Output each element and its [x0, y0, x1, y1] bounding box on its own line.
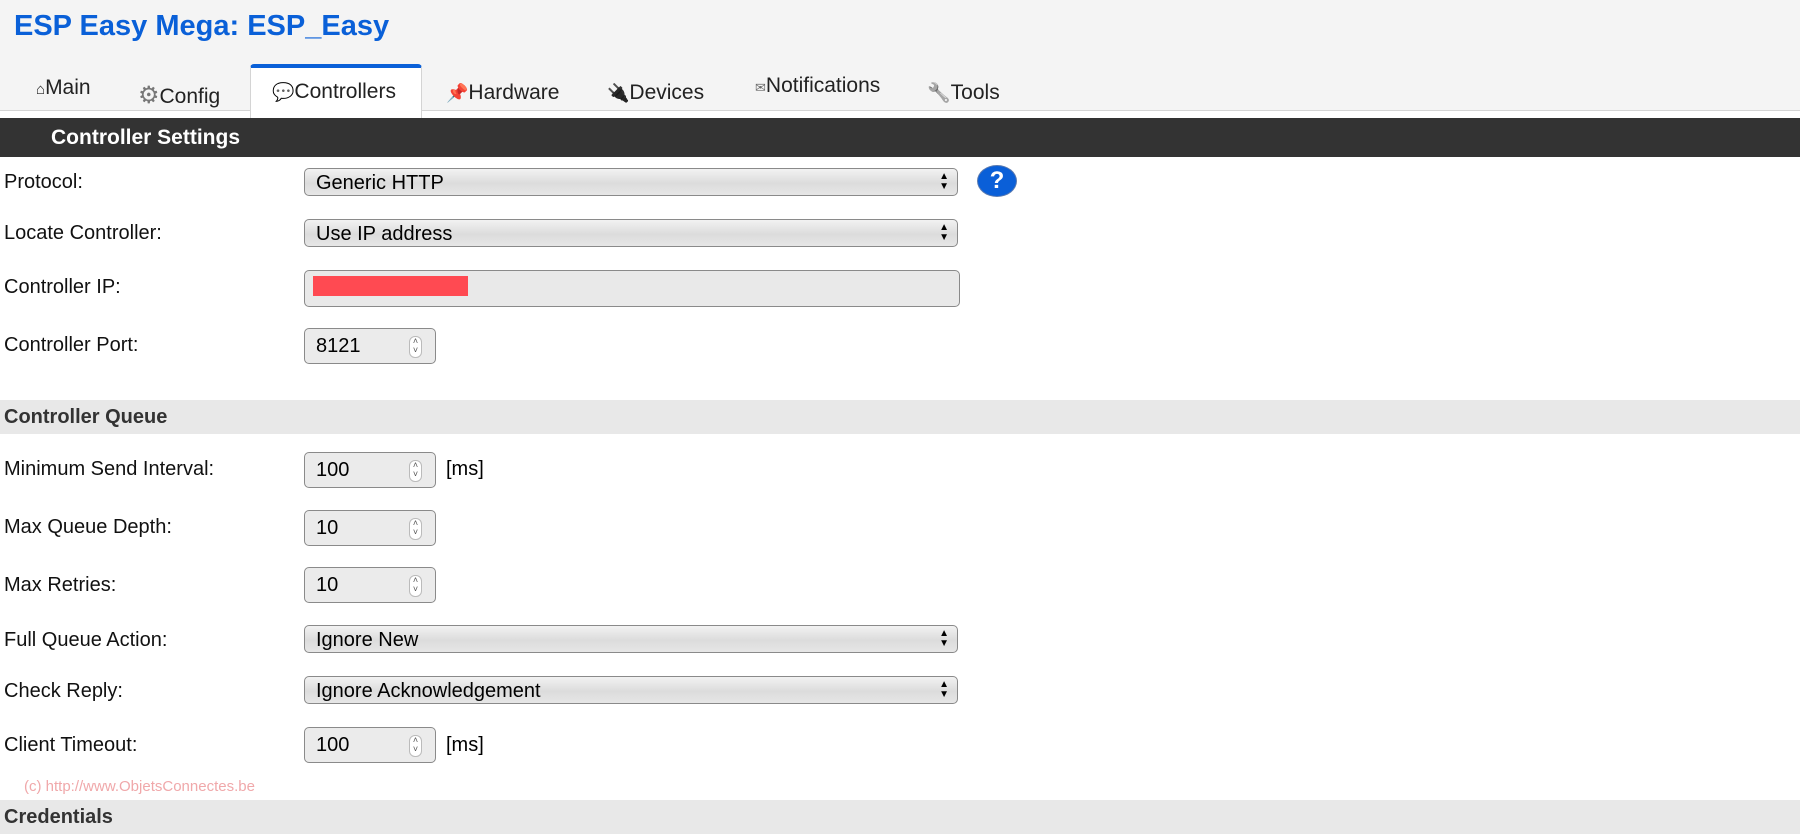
controller-settings-header: Controller Settings [0, 118, 1800, 157]
spinner-icon[interactable]: ˄ ˅ [409, 460, 422, 482]
tab-label: Notifications [765, 74, 881, 97]
select-arrows-icon: ▲ ▼ [939, 628, 949, 649]
tab-label: Main [45, 76, 91, 99]
min-send-interval-unit: [ms] [446, 458, 484, 480]
controller-ip-input[interactable] [304, 270, 960, 307]
question-mark-icon: ? [989, 167, 1005, 194]
max-retries-value: 10 [316, 574, 339, 596]
tab-label: Tools [950, 81, 1000, 104]
spinner-icon[interactable]: ˄ ˅ [409, 575, 422, 597]
full-queue-action-value: Ignore New [316, 629, 419, 651]
gear-icon: ⚙ [138, 82, 160, 109]
controller-queue-header: Controller Queue [0, 400, 1800, 434]
tab-label: Controllers [294, 80, 396, 103]
protocol-label: Protocol: [4, 171, 83, 193]
pushpin-icon: 📌 [446, 83, 469, 103]
check-reply-label: Check Reply: [4, 680, 123, 702]
tab-devices[interactable]: 🔌Devices [607, 81, 704, 105]
min-send-interval-input[interactable]: 100 ˄ ˅ [304, 452, 436, 488]
section-title: Controller Queue [4, 406, 168, 428]
envelope-icon: ✉ [755, 80, 766, 95]
locate-controller-select[interactable]: Use IP address ▲ ▼ [304, 219, 958, 247]
spinner-icon[interactable]: ˄ ˅ [409, 336, 422, 358]
client-timeout-label: Client Timeout: [4, 734, 138, 756]
plug-icon: 🔌 [607, 83, 630, 103]
tab-tools[interactable]: 🔧Tools [927, 81, 1000, 105]
check-reply-value: Ignore Acknowledgement [316, 680, 541, 702]
speech-bubble-icon: 💬 [272, 82, 295, 102]
tab-hardware[interactable]: 📌Hardware [446, 81, 559, 105]
select-arrows-icon: ▲ ▼ [939, 171, 949, 192]
select-arrows-icon: ▲ ▼ [939, 222, 949, 243]
max-queue-depth-label: Max Queue Depth: [4, 516, 172, 538]
max-retries-label: Max Retries: [4, 574, 117, 596]
tab-config[interactable]: ⚙Config [138, 81, 220, 110]
controller-port-input[interactable]: 8121 ˄ ˅ [304, 328, 436, 364]
client-timeout-value: 100 [316, 734, 350, 756]
help-button[interactable]: ? [977, 165, 1017, 197]
wrench-icon: 🔧 [927, 83, 951, 104]
tab-controllers[interactable]: 💬Controllers [250, 64, 422, 120]
section-title: Controller Settings [51, 126, 241, 149]
controller-port-label: Controller Port: [4, 334, 139, 356]
min-send-interval-value: 100 [316, 459, 350, 481]
locate-controller-label: Locate Controller: [4, 222, 162, 244]
select-arrows-icon: ▲ ▼ [939, 679, 949, 700]
spinner-icon[interactable]: ˄ ˅ [409, 518, 422, 540]
controller-ip-label: Controller IP: [4, 276, 121, 298]
max-queue-depth-value: 10 [316, 517, 339, 539]
min-send-interval-label: Minimum Send Interval: [4, 458, 215, 480]
page-title: ESP Easy Mega: ESP_Easy [14, 10, 390, 42]
tab-main[interactable]: ⌂Main [36, 76, 91, 100]
protocol-select[interactable]: Generic HTTP ▲ ▼ [304, 168, 958, 196]
max-queue-depth-input[interactable]: 10 ˄ ˅ [304, 510, 436, 546]
full-queue-action-label: Full Queue Action: [4, 629, 168, 651]
client-timeout-unit: [ms] [446, 734, 484, 756]
spinner-icon[interactable]: ˄ ˅ [409, 735, 422, 757]
tab-label: Hardware [468, 81, 560, 104]
client-timeout-input[interactable]: 100 ˄ ˅ [304, 727, 436, 763]
max-retries-input[interactable]: 10 ˄ ˅ [304, 567, 436, 603]
redacted-ip [313, 276, 468, 296]
protocol-value: Generic HTTP [316, 172, 444, 194]
section-title: Credentials [4, 806, 113, 828]
controller-port-value: 8121 [316, 335, 361, 357]
home-icon: ⌂ [36, 81, 46, 98]
full-queue-action-select[interactable]: Ignore New ▲ ▼ [304, 625, 958, 653]
tab-label: Config [159, 85, 221, 108]
credentials-header: Credentials [0, 800, 1800, 834]
locate-controller-value: Use IP address [316, 223, 453, 245]
tab-notifications[interactable]: ✉Notifications [755, 74, 880, 98]
watermark: (c) http://www.ObjetsConnectes.be [24, 778, 255, 795]
tab-label: Devices [629, 81, 705, 104]
check-reply-select[interactable]: Ignore Acknowledgement ▲ ▼ [304, 676, 958, 704]
